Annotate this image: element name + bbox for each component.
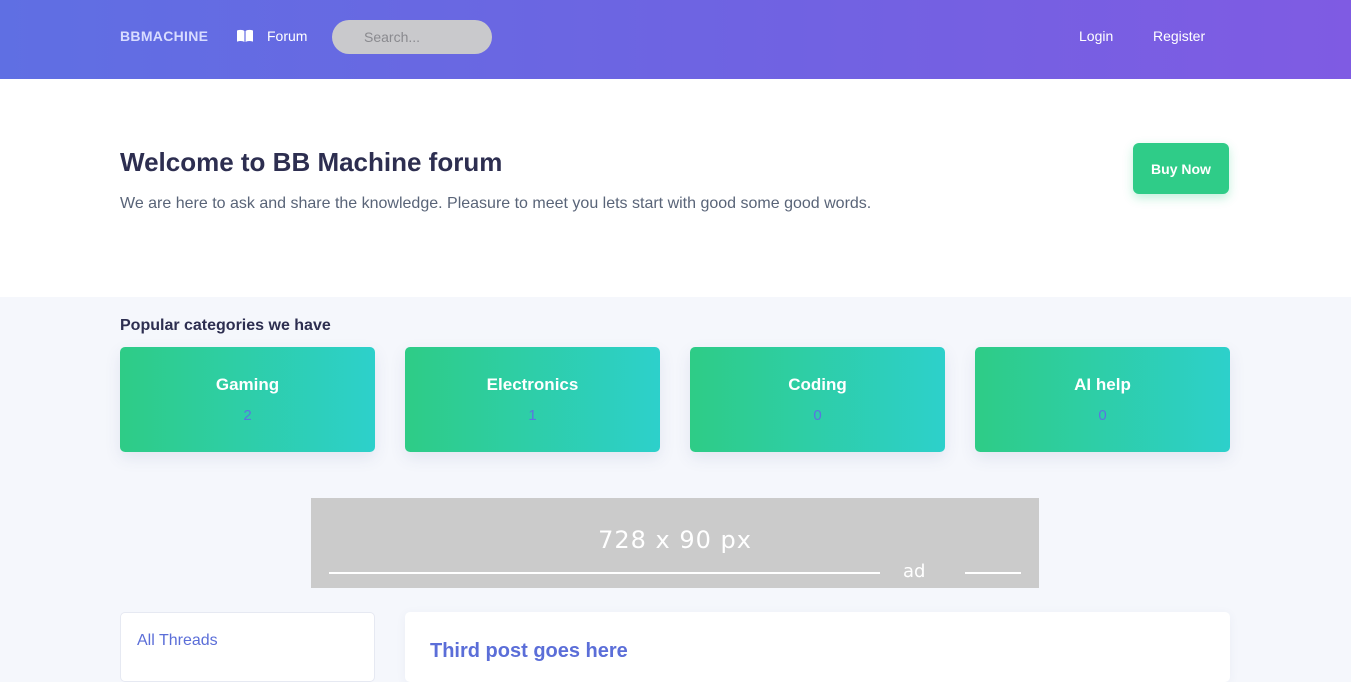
category-name: Electronics bbox=[486, 375, 579, 394]
ad-divider-line bbox=[965, 572, 1021, 574]
buy-now-button[interactable]: Buy Now bbox=[1133, 143, 1229, 194]
book-icon bbox=[237, 29, 253, 42]
category-name: Coding bbox=[788, 375, 847, 394]
sidebar-card: All Threads bbox=[120, 612, 375, 682]
category-card-gaming[interactable]: Gaming 2 bbox=[120, 347, 375, 452]
post-card: Third post goes here bbox=[405, 612, 1230, 682]
ad-banner[interactable]: 728 x 90 px ad bbox=[311, 498, 1039, 588]
ad-size-text: 728 x 90 px bbox=[598, 526, 752, 554]
login-link[interactable]: Login bbox=[1079, 28, 1113, 44]
register-link[interactable]: Register bbox=[1153, 28, 1205, 44]
category-name: AI help bbox=[1074, 375, 1131, 394]
category-count: 0 bbox=[1098, 407, 1107, 424]
nav-forum-link[interactable]: Forum bbox=[236, 27, 307, 45]
category-count: 0 bbox=[813, 407, 822, 424]
hero-subtitle: We are here to ask and share the knowled… bbox=[120, 195, 872, 212]
category-card-ai-help[interactable]: AI help 0 bbox=[975, 347, 1230, 452]
category-count: 2 bbox=[243, 407, 252, 424]
all-threads-link[interactable]: All Threads bbox=[137, 632, 218, 650]
nav-forum-label: Forum bbox=[267, 28, 308, 44]
category-name: Gaming bbox=[215, 375, 280, 394]
ad-divider-line bbox=[329, 572, 880, 574]
brand-logo[interactable]: BBMACHINE bbox=[120, 28, 208, 44]
hero-section: Welcome to BB Machine forum We are here … bbox=[0, 79, 1351, 297]
hero-title: Welcome to BB Machine forum bbox=[120, 147, 503, 177]
top-navbar: BBMACHINE Forum Login Register bbox=[0, 0, 1351, 79]
categories-heading: Popular categories we have bbox=[120, 317, 331, 334]
post-title-link[interactable]: Third post goes here bbox=[430, 640, 628, 663]
category-count: 1 bbox=[528, 407, 537, 424]
category-card-electronics[interactable]: Electronics 1 bbox=[405, 347, 660, 452]
category-card-coding[interactable]: Coding 0 bbox=[690, 347, 945, 452]
ad-label: ad bbox=[903, 561, 926, 582]
search-input[interactable] bbox=[332, 20, 492, 54]
